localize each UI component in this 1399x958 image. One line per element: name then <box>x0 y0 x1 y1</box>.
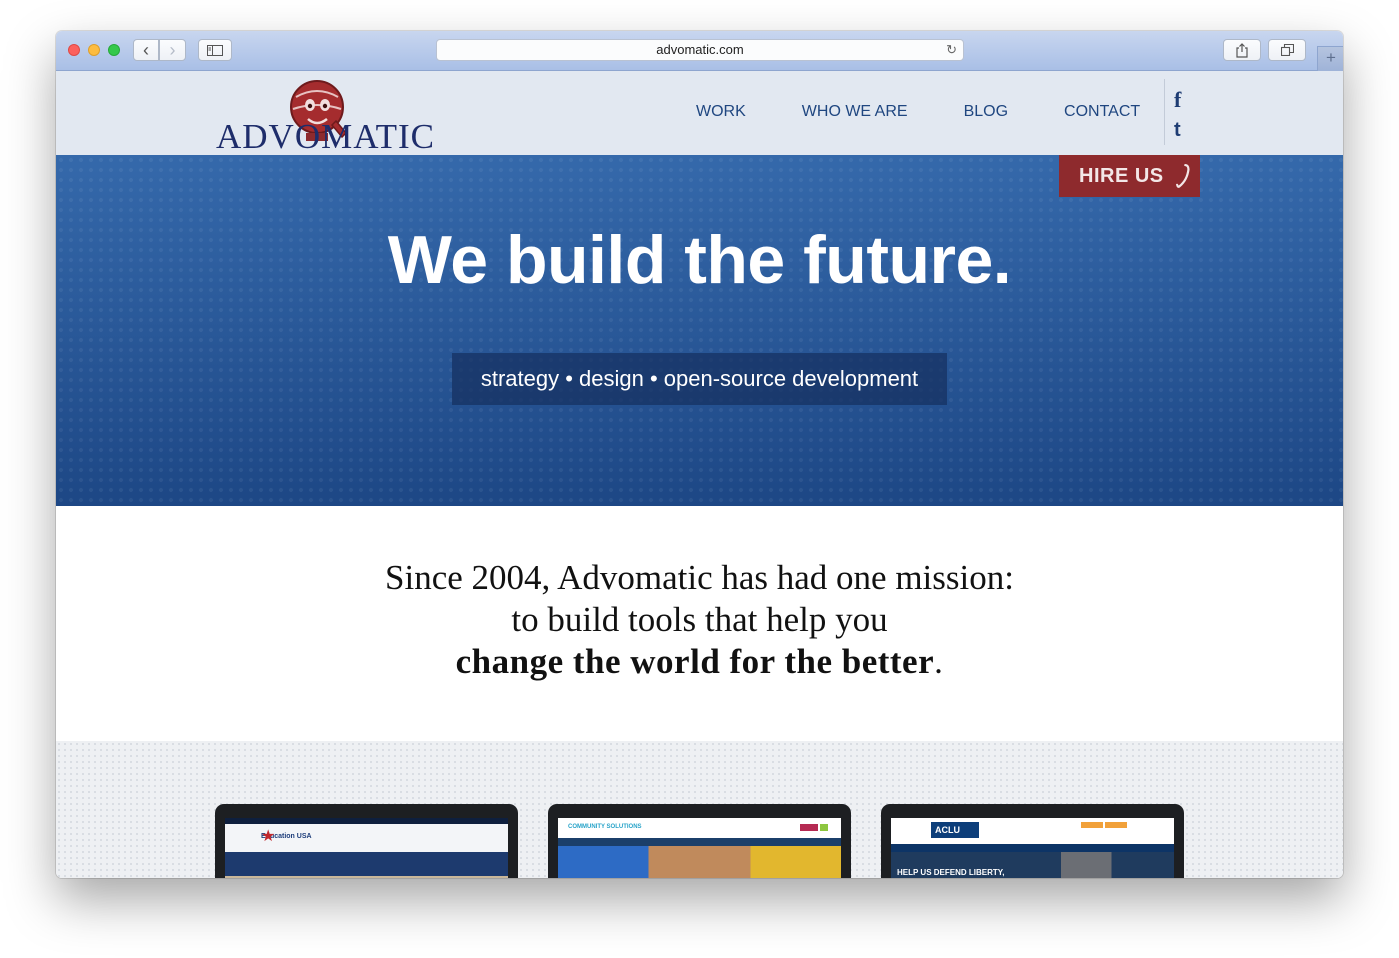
facebook-icon[interactable]: f <box>1174 87 1181 113</box>
donate-badge <box>800 824 818 831</box>
portfolio-heading: ACLU <box>935 825 960 835</box>
mission-line-1: Since 2004, Advomatic has had one missio… <box>385 558 1014 597</box>
portfolio-item-education-usa[interactable]: Education USA ★ <box>215 804 518 878</box>
chevron-right-icon: › <box>169 40 176 60</box>
twitter-icon[interactable]: t <box>1174 119 1181 142</box>
new-tab-button[interactable]: + <box>1317 46 1343 71</box>
mission-line-3: change the world for the better. <box>56 641 1343 683</box>
portfolio-item-aclu[interactable]: ACLU HELP US DEFEND LIBERTY, <box>881 804 1184 878</box>
hire-us-label: HIRE US <box>1079 164 1164 187</box>
show-tabs-button[interactable] <box>1268 39 1306 61</box>
minimize-window-button[interactable] <box>88 44 100 56</box>
mission-line-2: to build tools that help you <box>511 600 888 639</box>
share-button[interactable] <box>1223 39 1261 61</box>
address-bar[interactable]: advomatic.com ↻ <box>436 39 964 61</box>
screen-button <box>1105 822 1127 828</box>
hero-tagline: strategy • design • open-source developm… <box>452 353 947 405</box>
hire-us-button[interactable]: HIRE US <box>1059 155 1200 197</box>
nav-link-who-we-are[interactable]: WHO WE ARE <box>802 103 908 121</box>
phone-icon <box>1175 163 1190 188</box>
portfolio-section: Education USA ★ COMMUNITY SOLUTIONS ACLU <box>56 741 1343 878</box>
screen-badge <box>820 824 828 831</box>
nav-link-contact[interactable]: CONTACT <box>1064 103 1140 121</box>
screen-nav <box>225 852 508 876</box>
sidebar-toggle-button[interactable] <box>198 39 232 61</box>
star-icon: ★ <box>261 828 276 845</box>
screen-nav <box>891 844 1174 852</box>
browser-window: ‹ › advomatic.com ↻ + ADVOMATIC WORK WHO… <box>56 31 1343 878</box>
share-icon <box>1236 42 1248 58</box>
sidebar-icon <box>207 44 223 56</box>
chevron-left-icon: ‹ <box>143 40 149 60</box>
mission-emphasis: change the world for the better <box>455 642 935 681</box>
logo-wordmark: ADVOMATIC <box>216 117 435 156</box>
screen-photo <box>225 876 508 878</box>
portfolio-screen: Education USA ★ <box>225 818 508 878</box>
nav-link-work[interactable]: WORK <box>696 103 746 121</box>
advomatic-logo[interactable]: ADVOMATIC <box>216 77 434 155</box>
hero-section <box>56 155 1343 506</box>
site-header: ADVOMATIC WORK WHO WE ARE BLOG CONTACT f… <box>56 71 1343 155</box>
screen-button <box>1081 822 1103 828</box>
forward-button[interactable]: › <box>159 39 186 61</box>
zoom-window-button[interactable] <box>108 44 120 56</box>
portfolio-banner: HELP US DEFEND LIBERTY, <box>897 868 1005 877</box>
back-button[interactable]: ‹ <box>133 39 159 61</box>
url-text: advomatic.com <box>656 42 744 57</box>
portfolio-screen: ACLU HELP US DEFEND LIBERTY, <box>891 818 1174 878</box>
tabs-overview-icon <box>1280 44 1294 56</box>
mission-period: . <box>934 642 944 681</box>
portfolio-heading: COMMUNITY SOLUTIONS <box>568 824 642 830</box>
reload-icon[interactable]: ↻ <box>946 40 957 60</box>
browser-toolbar: ‹ › advomatic.com ↻ + <box>56 31 1343 71</box>
hero-title: We build the future. <box>387 222 1012 298</box>
portfolio-item-community-solutions[interactable]: COMMUNITY SOLUTIONS <box>548 804 851 878</box>
mission-statement: Since 2004, Advomatic has had one missio… <box>56 506 1343 741</box>
screen-nav <box>558 838 841 846</box>
portfolio-screen: COMMUNITY SOLUTIONS <box>558 818 841 878</box>
close-window-button[interactable] <box>68 44 80 56</box>
nav-link-blog[interactable]: BLOG <box>964 103 1008 121</box>
main-nav: WORK WHO WE ARE BLOG CONTACT <box>696 103 1196 121</box>
screen-photo <box>558 846 841 878</box>
social-divider <box>1164 79 1165 145</box>
